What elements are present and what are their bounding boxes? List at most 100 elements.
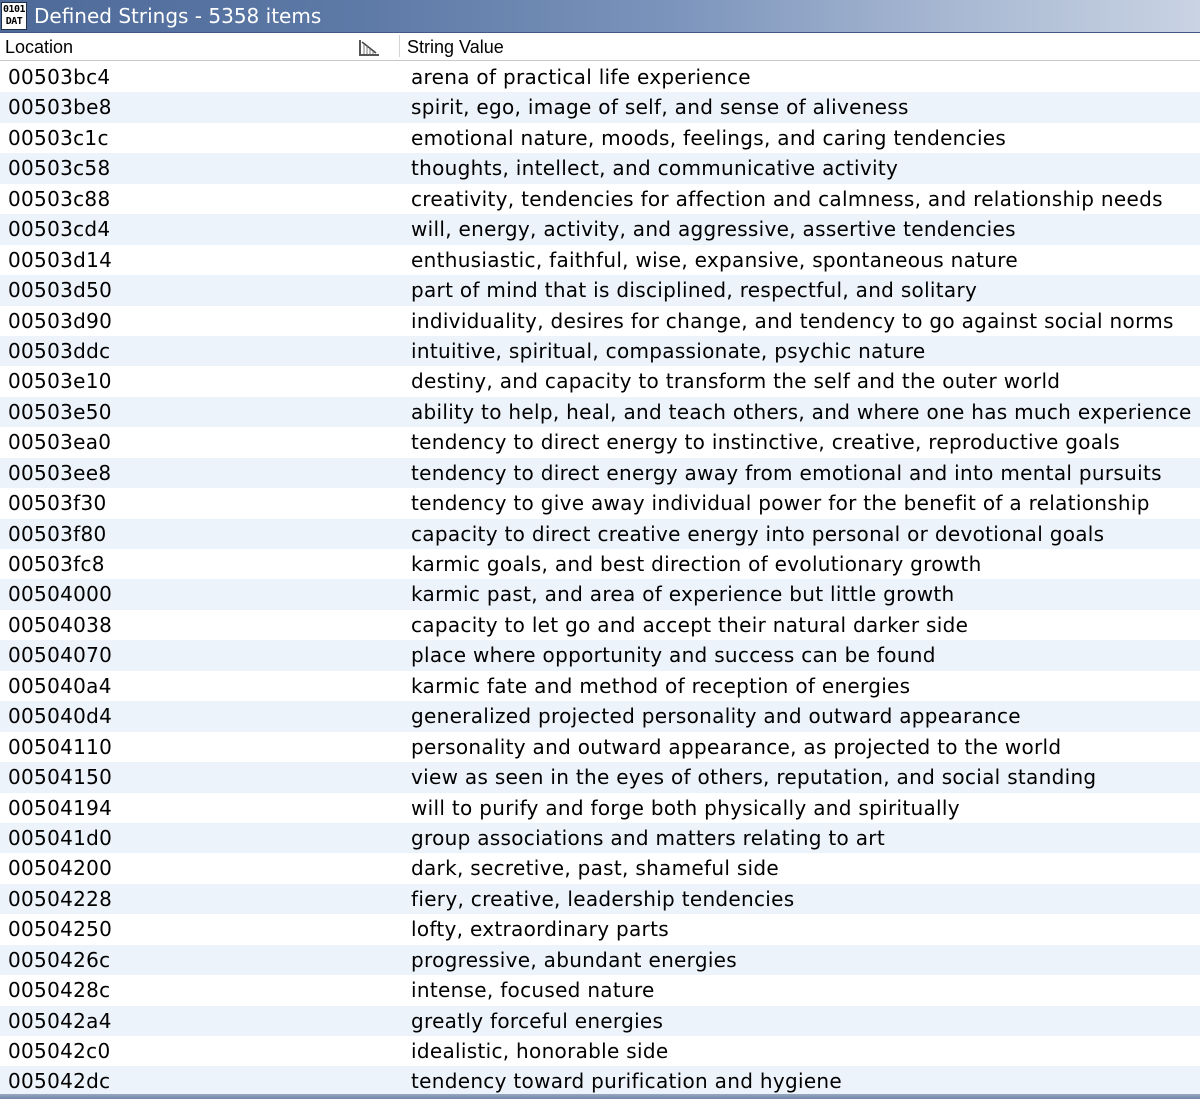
string-value-cell[interactable]: ability to help, heal, and teach others,… <box>411 400 1192 424</box>
column-resize-handle[interactable] <box>399 35 400 57</box>
location-cell[interactable]: 00503d14 <box>8 248 112 272</box>
string-value-cell[interactable]: lofty, extraordinary parts <box>411 917 669 941</box>
location-cell[interactable]: 0050428c <box>8 978 110 1002</box>
string-value-cell[interactable]: fiery, creative, leadership tendencies <box>411 887 795 911</box>
location-cell[interactable]: 00503f30 <box>8 491 107 515</box>
table-row[interactable]: 00503d90 individuality, desires for chang… <box>0 306 1200 336</box>
string-value-cell[interactable]: tendency to give away individual power f… <box>411 491 1150 515</box>
string-value-cell[interactable]: part of mind that is disciplined, respec… <box>411 278 977 302</box>
location-cell[interactable]: 00503c58 <box>8 156 110 180</box>
string-value-cell[interactable]: enthusiastic, faithful, wise, expansive,… <box>411 248 1018 272</box>
string-value-cell[interactable]: karmic fate and method of reception of e… <box>411 674 910 698</box>
table-row[interactable]: 00504110 personality and outward appearan… <box>0 732 1200 762</box>
table-row[interactable]: 00504228 fiery, creative, leadership tend… <box>0 883 1200 915</box>
string-value-cell[interactable]: spirit, ego, image of self, and sense of… <box>411 95 909 119</box>
string-value-cell[interactable]: personality and outward appearance, as p… <box>411 735 1061 759</box>
table-row[interactable]: 005040a4 karmic fate and method of recept… <box>0 671 1200 701</box>
table-row[interactable]: 00503ea0 tendency to direct energy to ins… <box>0 427 1200 457</box>
table-row[interactable]: 005041d0 group associations and matters r… <box>0 822 1200 854</box>
table-row[interactable]: 00504200 dark, secretive, past, shameful … <box>0 853 1200 883</box>
location-cell[interactable]: 00504150 <box>8 765 112 789</box>
table-row[interactable]: 00503d50 part of mind that is disciplined… <box>0 275 1200 306</box>
table-row[interactable]: 00503e10 destiny, and capacity to transfo… <box>0 366 1200 396</box>
location-cell[interactable]: 005042c0 <box>8 1039 110 1063</box>
table-row[interactable]: 00503bc4 arena of practical life experien… <box>0 62 1200 92</box>
string-value-cell[interactable]: view as seen in the eyes of others, repu… <box>411 765 1096 789</box>
string-value-cell[interactable]: dark, secretive, past, shameful side <box>411 856 779 880</box>
table-row[interactable]: 00503ee8 tendency to direct energy away f… <box>0 457 1200 489</box>
title-bar[interactable]: 0101 DAT Defined Strings - 5358 items <box>0 0 1200 33</box>
table-row[interactable]: 005042c0 idealistic, honorable side <box>0 1036 1200 1066</box>
location-cell[interactable]: 00503d50 <box>8 278 112 302</box>
location-cell[interactable]: 00503ea0 <box>8 430 111 454</box>
table-row[interactable]: 0050428c intense, focused nature <box>0 975 1200 1005</box>
table-row[interactable]: 00503c58 thoughts, intellect, and communi… <box>0 153 1200 184</box>
table-row[interactable]: 00504194 will to purify and forge both ph… <box>0 793 1200 823</box>
location-cell[interactable]: 005042a4 <box>8 1009 112 1033</box>
location-cell[interactable]: 00503bc4 <box>8 65 110 89</box>
string-value-cell[interactable]: intense, focused nature <box>411 978 655 1002</box>
location-cell[interactable]: 005040a4 <box>8 674 112 698</box>
table-row[interactable]: 00504250 lofty, extraordinary parts <box>0 914 1200 944</box>
string-value-cell[interactable]: tendency to direct energy to instinctive… <box>411 430 1120 454</box>
string-value-cell[interactable]: generalized projected personality and ou… <box>411 704 1021 728</box>
string-value-cell[interactable]: idealistic, honorable side <box>411 1039 668 1063</box>
string-value-cell[interactable]: will to purify and forge both physically… <box>411 796 960 820</box>
string-value-cell[interactable]: intuitive, spiritual, compassionate, psy… <box>411 339 926 363</box>
table-row[interactable]: 00504070 place where opportunity and succ… <box>0 640 1200 671</box>
location-cell[interactable]: 00504200 <box>8 856 112 880</box>
string-value-cell[interactable]: tendency toward purification and hygiene <box>411 1069 842 1093</box>
string-value-cell[interactable]: place where opportunity and success can … <box>411 643 936 667</box>
location-cell[interactable]: 00503e50 <box>8 400 112 424</box>
string-value-cell[interactable]: individuality, desires for change, and t… <box>411 309 1174 333</box>
location-cell[interactable]: 00503c1c <box>8 126 109 150</box>
location-cell[interactable]: 00503ddc <box>8 339 110 363</box>
table-row[interactable]: 00503be8 spirit, ego, image of self, and … <box>0 92 1200 123</box>
table-row[interactable]: 00503fc8 karmic goals, and best direction… <box>0 549 1200 579</box>
string-value-cell[interactable]: thoughts, intellect, and communicative a… <box>411 156 898 180</box>
table-row[interactable]: 00503d14 enthusiastic, faithful, wise, ex… <box>0 245 1200 275</box>
location-cell[interactable]: 00503d90 <box>8 309 112 333</box>
location-cell[interactable]: 00504194 <box>8 796 112 820</box>
string-value-cell[interactable]: emotional nature, moods, feelings, and c… <box>411 126 1006 150</box>
string-value-cell[interactable]: capacity to let go and accept their natu… <box>411 613 968 637</box>
table-row[interactable]: 00503cd4 will, energy, activity, and aggr… <box>0 214 1200 245</box>
table-row[interactable]: 0050426c progressive, abundant energies <box>0 944 1200 976</box>
location-cell[interactable]: 005040d4 <box>8 704 112 728</box>
location-cell[interactable]: 00503c88 <box>8 187 110 211</box>
column-header-string-value[interactable]: String Value <box>407 37 504 57</box>
location-cell[interactable]: 00504038 <box>8 613 112 637</box>
location-cell[interactable]: 00504228 <box>8 887 112 911</box>
string-value-cell[interactable]: creativity, tendencies for affection and… <box>411 187 1163 211</box>
location-cell[interactable]: 00503ee8 <box>8 461 111 485</box>
location-cell[interactable]: 00504250 <box>8 917 112 941</box>
location-cell[interactable]: 00504110 <box>8 735 112 759</box>
location-cell[interactable]: 00504070 <box>8 643 112 667</box>
location-cell[interactable]: 0050426c <box>8 948 110 972</box>
table-row[interactable]: 00504150 view as seen in the eyes of othe… <box>0 762 1200 793</box>
table-row[interactable]: 00504000 karmic past, and area of experie… <box>0 579 1200 610</box>
table-row[interactable]: 005042a4 greatly forceful energies <box>0 1005 1200 1036</box>
location-cell[interactable]: 005041d0 <box>8 826 112 850</box>
table-row[interactable]: 00503c1c emotional nature, moods, feeling… <box>0 123 1200 153</box>
string-value-cell[interactable]: capacity to direct creative energy into … <box>411 522 1104 546</box>
location-cell[interactable]: 00503e10 <box>8 369 112 393</box>
column-header-location[interactable]: Location <box>5 37 73 57</box>
string-value-cell[interactable]: group associations and matters relating … <box>411 826 885 850</box>
string-value-cell[interactable]: karmic goals, and best direction of evol… <box>411 552 982 576</box>
string-value-cell[interactable]: greatly forceful energies <box>411 1009 663 1033</box>
string-value-cell[interactable]: progressive, abundant energies <box>411 948 737 972</box>
location-cell[interactable]: 00503f80 <box>8 522 107 546</box>
table-row[interactable]: 005040d4 generalized projected personalit… <box>0 701 1200 732</box>
string-value-cell[interactable]: arena of practical life experience <box>411 65 751 89</box>
table-row[interactable]: 00503f80 capacity to direct creative ener… <box>0 518 1200 549</box>
table-row[interactable]: 00503e50 ability to help, heal, and teach… <box>0 396 1200 428</box>
string-value-cell[interactable]: karmic past, and area of experience but … <box>411 582 955 606</box>
location-cell[interactable]: 00503fc8 <box>8 552 105 576</box>
location-cell[interactable]: 00503cd4 <box>8 217 110 241</box>
table-row[interactable]: 00503ddc intuitive, spiritual, compassion… <box>0 335 1200 367</box>
table-row[interactable]: 00503f30 tendency to give away individual… <box>0 488 1200 518</box>
location-cell[interactable]: 00503be8 <box>8 95 112 119</box>
table-row[interactable]: 00503c88 creativity, tendencies for affec… <box>0 184 1200 214</box>
table-row[interactable]: 005042dc tendency toward purification and… <box>0 1066 1200 1095</box>
